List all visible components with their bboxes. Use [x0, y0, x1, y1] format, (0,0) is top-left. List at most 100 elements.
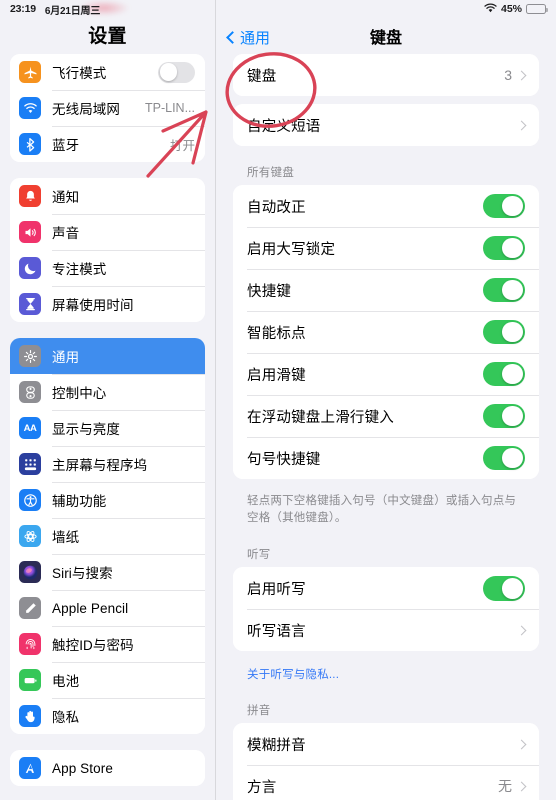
sidebar-item-label: 触控ID与密码: [52, 638, 134, 653]
toggle-switch[interactable]: [483, 235, 525, 261]
aa-icon: AA: [19, 417, 41, 439]
sidebar-item-通用[interactable]: 通用: [10, 338, 205, 374]
airplane-icon: [19, 61, 41, 83]
sidebar-item-控制中心[interactable]: 控制中心: [10, 374, 205, 410]
sidebar-item-label: 飞行模式: [52, 66, 107, 81]
settings-row-在浮动键盘上滑行键入[interactable]: 在浮动键盘上滑行键入: [233, 395, 539, 437]
settings-row-label: 自定义短语: [247, 118, 321, 135]
sidebar-item-label: 电池: [52, 674, 80, 689]
settings-row-label: 启用听写: [247, 581, 306, 598]
moon-icon: [19, 257, 41, 279]
detail-header: 通用 键盘: [216, 0, 556, 54]
sidebar-item-声音[interactable]: 声音: [10, 214, 205, 250]
sidebar-group: App Store: [10, 750, 205, 786]
chevron-right-icon: [516, 120, 527, 130]
sidebar-item-电池[interactable]: 电池: [10, 662, 205, 698]
sidebar-item-蓝牙[interactable]: 蓝牙 打开: [10, 126, 205, 162]
sidebar-item-label: 通知: [52, 190, 80, 205]
sidebar-item-墙纸[interactable]: 墙纸: [10, 518, 205, 554]
sidebar-item-value: 打开: [169, 138, 195, 153]
wifi-icon: [19, 97, 41, 119]
settings-group: 键盘 3: [233, 54, 539, 96]
settings-row-label: 模糊拼音: [247, 737, 306, 754]
wallpaper-icon: [19, 525, 41, 547]
settings-row-方言[interactable]: 方言 无: [233, 765, 539, 800]
settings-group: 自动改正启用大写锁定 快捷键智能标点启用滑键在浮动键盘上滑行键入 句号快捷键: [233, 185, 539, 479]
back-button-general[interactable]: 通用: [226, 27, 270, 48]
bluetooth-icon: [19, 133, 41, 155]
settings-row-value: 无: [498, 778, 512, 795]
sidebar-item-label: Siri与搜索: [52, 566, 113, 581]
page-title: 设置: [88, 26, 127, 47]
settings-sidebar[interactable]: 设置 飞行模式 无线局域网 TP-LIN... 蓝牙 打开 通知 声音 专注模式 屏幕使用时间通…: [0, 0, 215, 800]
toggle-switch[interactable]: [483, 576, 525, 601]
privacy-hand-icon: [19, 705, 41, 727]
control-center-icon: [19, 381, 41, 403]
keyboard-settings-pane[interactable]: 通用 键盘 键盘 3 自定义短语 所有键盘 自动改正 启用大写锁定 快捷键 智能标点 启用滑键在…: [215, 0, 556, 800]
sidebar-item-Apple-Pencil[interactable]: Apple Pencil: [10, 590, 205, 626]
sidebar-item-隐私[interactable]: 隐私: [10, 698, 205, 734]
settings-row-启用大写锁定[interactable]: 启用大写锁定: [233, 227, 539, 269]
toggle-switch[interactable]: [483, 445, 525, 471]
settings-row-键盘[interactable]: 键盘 3: [233, 54, 539, 96]
hourglass-icon: [19, 293, 41, 315]
settings-row-label: 快捷键: [247, 283, 292, 300]
sidebar-item-飞行模式[interactable]: 飞行模式: [10, 54, 205, 90]
chevron-right-icon: [516, 70, 527, 80]
settings-row-启用听写[interactable]: 启用听写: [233, 567, 539, 610]
settings-row-label: 方言: [247, 779, 277, 796]
settings-row-label: 启用大写锁定: [247, 241, 336, 258]
sidebar-item-label: 辅助功能: [52, 494, 107, 509]
sidebar-item-屏幕使用时间[interactable]: 屏幕使用时间: [10, 286, 205, 322]
home-screen-icon: [19, 453, 41, 475]
settings-row-听写语言[interactable]: 听写语言: [233, 609, 539, 652]
settings-row-快捷键[interactable]: 快捷键: [233, 269, 539, 311]
toggle-switch[interactable]: [158, 61, 195, 83]
section-footer: 轻点两下空格键插入句号（中文键盘）或插入句点与空格（其他键盘）。: [247, 495, 517, 524]
settings-row-label: 启用滑键: [247, 367, 306, 384]
sidebar-item-label: 控制中心: [52, 386, 107, 401]
settings-row-label: 句号快捷键: [247, 451, 321, 468]
toggle-switch[interactable]: [483, 319, 525, 345]
sidebar-group: 通用控制中心 AA 显示与亮度主屏幕与程序坞 辅助功能墙纸 Siri与搜索 Apple P…: [10, 338, 205, 734]
toggle-switch[interactable]: [483, 193, 525, 219]
sidebar-item-通知[interactable]: 通知: [10, 178, 205, 214]
sidebar-item-label: 声音: [52, 226, 80, 241]
sidebar-item-专注模式[interactable]: 专注模式: [10, 250, 205, 286]
toggle-switch[interactable]: [483, 361, 525, 387]
sidebar-item-App-Store[interactable]: App Store: [10, 750, 205, 786]
settings-row-智能标点[interactable]: 智能标点: [233, 311, 539, 353]
settings-row-句号快捷键[interactable]: 句号快捷键: [233, 437, 539, 479]
settings-group: 启用听写听写语言: [233, 567, 539, 652]
accessibility-icon: [19, 489, 41, 511]
sidebar-scroll[interactable]: 飞行模式无线局域网 TP-LIN... 蓝牙 打开通知声音专注模式屏幕使用时间 通用控制…: [0, 54, 215, 786]
settings-row-label: 智能标点: [247, 325, 306, 342]
sidebar-item-label: 显示与亮度: [52, 422, 120, 437]
sidebar-item-label: 隐私: [52, 710, 80, 725]
gear-icon: [19, 345, 41, 367]
toggle-switch[interactable]: [483, 277, 525, 303]
sidebar-item-Siri与搜索[interactable]: Siri与搜索: [10, 554, 205, 590]
toggle-switch[interactable]: [483, 403, 525, 429]
sidebar-item-辅助功能[interactable]: 辅助功能: [10, 482, 205, 518]
detail-scroll[interactable]: 键盘 3 自定义短语 所有键盘 自动改正 启用大写锁定 快捷键 智能标点 启用滑键 在浮动键盘上滑…: [216, 54, 556, 800]
settings-row-自定义短语[interactable]: 自定义短语: [233, 104, 539, 146]
settings-row-启用滑键[interactable]: 启用滑键: [233, 353, 539, 395]
pencil-icon: [19, 597, 41, 619]
sidebar-item-label: 通用: [52, 350, 80, 365]
siri-icon: [19, 561, 41, 583]
sidebar-item-label: 主屏幕与程序坞: [52, 458, 148, 473]
section-header: 拼音: [247, 705, 271, 718]
sidebar-item-主屏幕与程序坞[interactable]: 主屏幕与程序坞: [10, 446, 205, 482]
settings-row-label: 在浮动键盘上滑行键入: [247, 409, 394, 426]
chevron-right-icon: [516, 781, 527, 792]
sidebar-item-触控ID与密码[interactable]: 触控ID与密码: [10, 626, 205, 662]
sidebar-item-显示与亮度[interactable]: AA 显示与亮度: [10, 410, 205, 446]
privacy-link[interactable]: 关于听写与隐私...: [233, 659, 539, 692]
settings-row-自动改正[interactable]: 自动改正: [233, 185, 539, 227]
sidebar-item-label: 屏幕使用时间: [52, 298, 134, 313]
settings-row-模糊拼音[interactable]: 模糊拼音: [233, 723, 539, 766]
speaker-icon: [19, 221, 41, 243]
sidebar-item-无线局域网[interactable]: 无线局域网 TP-LIN...: [10, 90, 205, 126]
ipad-settings-screen: 23:19 6月21日周三 45% 设置 飞行模式 无线局域网 TP-LIN... 蓝…: [0, 0, 556, 800]
